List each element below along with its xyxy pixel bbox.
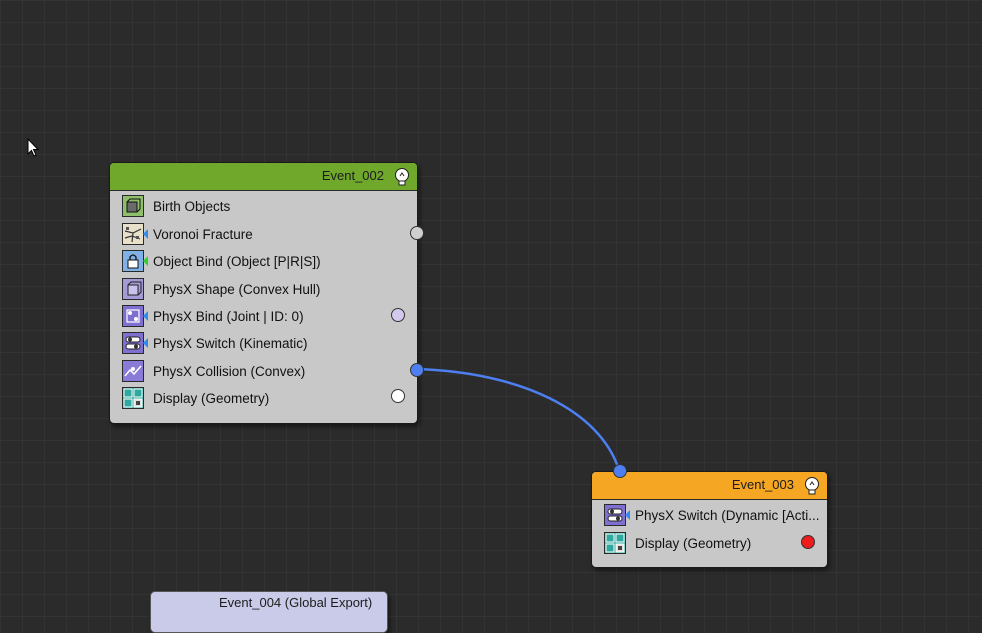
lightbulb-icon[interactable] <box>804 476 820 496</box>
operator-label: PhysX Bind (Joint | ID: 0) <box>153 308 304 324</box>
operator-label: Object Bind (Object [P|R|S]) <box>153 253 321 269</box>
operator-row-birth-objects[interactable]: Birth Objects <box>122 194 230 218</box>
operator-row-display-geometry[interactable]: Display (Geometry) <box>604 531 751 555</box>
event-node-header[interactable]: Event_003 <box>592 472 827 500</box>
event-node-title: Event_003 <box>731 477 794 492</box>
operator-flag-icon <box>143 229 148 239</box>
operator-flag-icon <box>143 338 148 348</box>
operator-flag-icon <box>143 311 148 321</box>
output-port-voronoi[interactable] <box>410 226 424 240</box>
operator-label: PhysX Collision (Convex) <box>153 363 306 379</box>
operator-label: Display (Geometry) <box>153 390 270 406</box>
display-geometry-icon <box>122 387 144 409</box>
operator-flag-icon <box>625 510 630 520</box>
output-port-display[interactable] <box>801 535 815 549</box>
lightbulb-icon[interactable] <box>394 167 410 187</box>
output-port-physx-collision[interactable] <box>410 363 424 377</box>
event-node-event-002[interactable]: Event_002 Birth Objects Voronoi Fracture… <box>109 162 424 424</box>
physx-collision-icon <box>122 360 144 382</box>
operator-row-physx-bind[interactable]: PhysX Bind (Joint | ID: 0) <box>122 304 304 328</box>
operator-row-physx-switch-dynamic[interactable]: PhysX Switch (Dynamic [Acti... <box>604 503 820 527</box>
operator-label: PhysX Switch (Kinematic) <box>153 335 308 351</box>
physx-switch-icon <box>122 332 148 354</box>
operator-row-voronoi-fracture[interactable]: Voronoi Fracture <box>122 222 253 246</box>
mouse-cursor-icon <box>27 138 40 157</box>
event-node-event-003[interactable]: Event_003 PhysX Switch (Dynamic [Acti...… <box>591 464 828 568</box>
object-bind-icon <box>122 250 148 272</box>
display-geometry-icon <box>604 532 626 554</box>
output-port-display[interactable] <box>391 389 405 403</box>
voronoi-fracture-icon <box>122 223 148 245</box>
input-port[interactable] <box>613 464 627 478</box>
operator-label: Display (Geometry) <box>635 535 752 551</box>
output-port-physx-bind[interactable] <box>391 308 405 322</box>
operator-label: PhysX Switch (Dynamic [Acti... <box>635 507 820 523</box>
operator-label: PhysX Shape (Convex Hull) <box>153 281 321 297</box>
operator-label: Birth Objects <box>153 198 231 214</box>
event-node-title: Event_004 (Global Export) <box>219 595 373 610</box>
operator-label: Voronoi Fracture <box>153 226 253 242</box>
operator-flag-icon <box>143 256 148 266</box>
birth-objects-icon <box>122 195 144 217</box>
event-node-event-004[interactable]: Event_004 (Global Export) <box>150 591 388 633</box>
operator-row-physx-switch[interactable]: PhysX Switch (Kinematic) <box>122 331 308 355</box>
physx-switch-icon <box>604 504 630 526</box>
physx-bind-icon <box>122 305 148 327</box>
physx-shape-icon <box>122 278 144 300</box>
event-node-header[interactable]: Event_002 <box>110 163 417 191</box>
operator-row-object-bind[interactable]: Object Bind (Object [P|R|S]) <box>122 249 321 273</box>
event-node-title: Event_002 <box>321 168 384 183</box>
operator-row-display-geometry[interactable]: Display (Geometry) <box>122 386 269 410</box>
operator-row-physx-shape[interactable]: PhysX Shape (Convex Hull) <box>122 277 320 301</box>
operator-row-physx-collision[interactable]: PhysX Collision (Convex) <box>122 359 305 383</box>
